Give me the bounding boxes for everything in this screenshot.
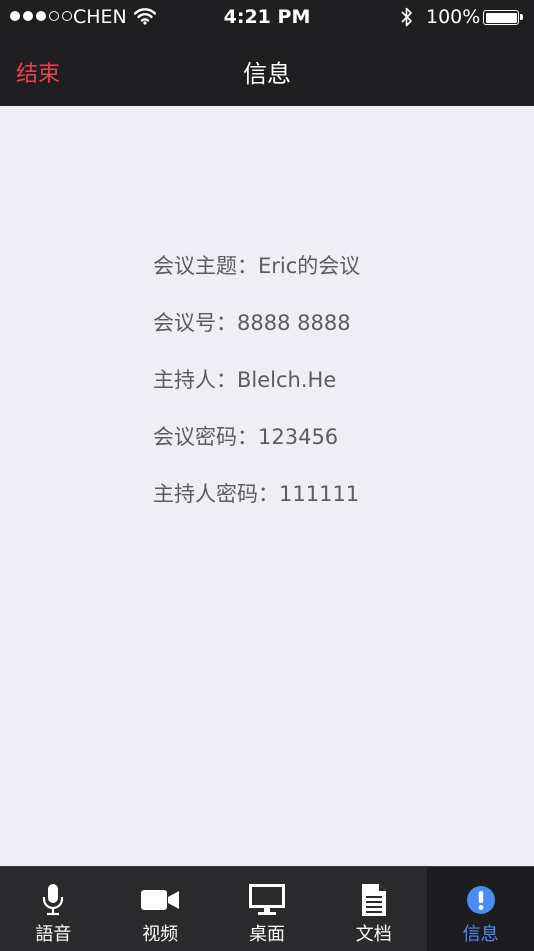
tab-video-label: 视频 (142, 924, 179, 945)
page-title: 信息 (243, 60, 291, 88)
tab-info-label: 信息 (462, 924, 499, 945)
meeting-topic-row: 会议主题：Eric的会议 (153, 248, 360, 305)
bluetooth-icon (400, 6, 414, 33)
host-password-value: 111111 (279, 482, 360, 506)
status-bar: CHEN 4:21 PM 100% (0, 0, 534, 36)
meeting-number-row: 会议号：8888 8888 (153, 305, 360, 362)
tab-voice-label: 語音 (35, 924, 72, 945)
video-camera-icon (107, 883, 214, 917)
document-icon (320, 883, 427, 917)
meeting-info: 会议主题：Eric的会议 会议号：8888 8888 主持人：Blelch.He… (153, 248, 360, 533)
meeting-topic-label: 会议主题： (153, 254, 258, 278)
tab-document-label: 文档 (355, 924, 392, 945)
tab-info[interactable]: 信息 (427, 867, 534, 951)
info-icon (427, 883, 534, 917)
tab-video[interactable]: 视频 (107, 867, 214, 951)
tab-desktop-label: 桌面 (248, 924, 285, 945)
meeting-number-value: 8888 8888 (237, 311, 351, 335)
host-value: Blelch.He (237, 368, 337, 392)
meeting-number-label: 会议号： (153, 311, 237, 335)
meeting-password-value: 123456 (258, 425, 339, 449)
tab-document[interactable]: 文档 (320, 867, 427, 951)
monitor-icon (214, 883, 321, 917)
host-row: 主持人：Blelch.He (153, 362, 360, 419)
host-password-row: 主持人密码：111111 (153, 476, 360, 533)
top-bar: CHEN 4:21 PM 100% 结束 信息 (0, 0, 534, 106)
host-label: 主持人： (153, 368, 237, 392)
battery-percentage: 100% (426, 6, 481, 28)
battery-icon (483, 10, 523, 25)
host-password-label: 主持人密码： (153, 482, 279, 506)
tab-bar: 語音 视频 桌面 文档 信息 (0, 866, 534, 951)
meeting-topic-value: Eric的会议 (258, 254, 361, 278)
microphone-icon (0, 883, 107, 917)
meeting-password-label: 会议密码： (153, 425, 258, 449)
tab-voice[interactable]: 語音 (0, 867, 107, 951)
tab-desktop[interactable]: 桌面 (214, 867, 321, 951)
meeting-password-row: 会议密码：123456 (153, 419, 360, 476)
